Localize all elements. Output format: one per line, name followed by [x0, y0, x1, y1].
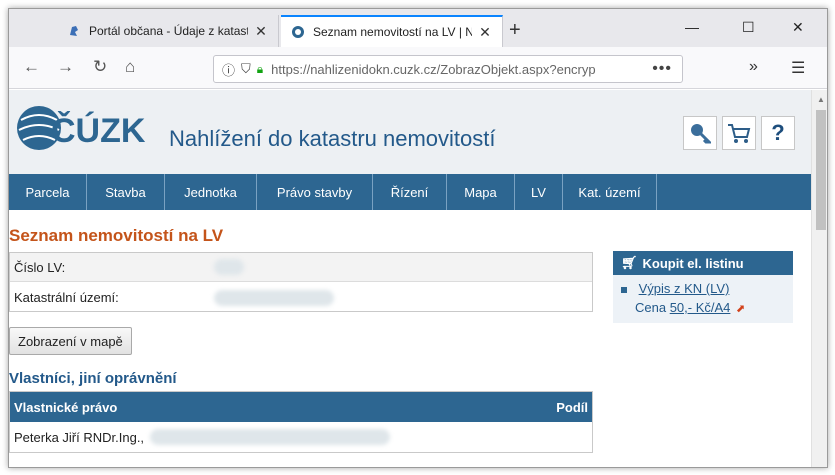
site-header: ČÚZK Nahlížení do katastru nemovitostí ? — [9, 90, 811, 174]
back-button[interactable]: ← — [23, 57, 40, 77]
owner-name: Peterka Jiří RNDr.Ing., — [14, 429, 145, 445]
table-row: Peterka Jiří RNDr.Ing., — [10, 422, 592, 452]
redacted-value — [150, 429, 390, 445]
redacted-value — [214, 289, 334, 306]
nav-rizeni[interactable]: Řízení — [373, 174, 447, 210]
info-icon[interactable]: ⓘ — [222, 60, 235, 79]
price-link[interactable]: 50,- Kč/A4 — [670, 300, 731, 315]
column-share: Podíl — [556, 399, 588, 415]
column-ownership-right: Vlastnické právo — [14, 399, 118, 415]
lv-number-label: Číslo LV: — [14, 259, 66, 275]
new-tab-button[interactable]: + — [509, 19, 521, 42]
cadastral-area-row: Katastrální území: — [10, 283, 592, 312]
page-title: Seznam nemovitostí na LV — [9, 226, 224, 245]
main-nav: Parcela Stavba Jednotka Právo stavby Říz… — [9, 174, 811, 210]
close-tab-icon[interactable]: ✕ — [254, 23, 268, 40]
shield-icon[interactable]: ⛉ — [241, 61, 251, 77]
extract-link[interactable]: Výpis z KN (LV) — [639, 281, 730, 296]
nav-mapa[interactable]: Mapa — [447, 174, 515, 210]
cadastral-area-label: Katastrální území: — [14, 290, 119, 305]
overflow-button[interactable]: » — [749, 58, 758, 76]
nav-stavba[interactable]: Stavba — [87, 174, 165, 210]
tab-title: Portál občana - Údaje z katastru — [89, 24, 248, 38]
lion-favicon-icon — [70, 26, 78, 36]
cuzk-favicon-icon — [292, 26, 304, 38]
shopping-cart-icon — [728, 124, 751, 143]
tab-title: Seznam nemovitostí na LV | Nah — [313, 25, 472, 39]
redacted-value — [214, 259, 244, 275]
owners-table: Vlastnické právo Podíl Peterka Jiří RNDr… — [9, 391, 593, 453]
lv-info-table: Číslo LV: Katastrální území: — [9, 252, 593, 312]
nav-lv[interactable]: LV — [515, 174, 563, 210]
scroll-up-icon[interactable]: ▲ — [817, 95, 825, 104]
cart-button[interactable] — [722, 116, 756, 150]
close-tab-icon[interactable]: ✕ — [478, 24, 492, 41]
price-line: Cena 50,- Kč/A4 ⬈ — [635, 300, 745, 315]
nav-kat-uzemi[interactable]: Kat. území — [563, 174, 657, 210]
forward-button[interactable]: → — [57, 57, 74, 77]
browser-window: Portál občana - Údaje z katastru ✕ Sezna… — [8, 8, 828, 468]
page-content: ČÚZK Nahlížení do katastru nemovitostí ? — [9, 90, 811, 467]
question-mark-icon: ? — [771, 120, 785, 145]
lv-number-row: Číslo LV: — [10, 253, 592, 282]
buy-panel-title: Koupit el. listinu — [642, 255, 744, 271]
close-window-button[interactable]: ✕ — [792, 19, 804, 36]
nav-jednotka[interactable]: Jednotka — [165, 174, 257, 210]
cuzk-logo[interactable]: ČÚZK — [15, 98, 165, 158]
bullet-icon — [621, 286, 627, 293]
tab-seznam-nemovitosti[interactable]: Seznam nemovitostí na LV | Nah ✕ — [281, 15, 503, 47]
menu-button[interactable]: ☰ — [791, 58, 805, 78]
owners-heading: Vlastníci, jiní oprávnění — [9, 370, 177, 387]
help-button[interactable]: ? — [761, 116, 795, 150]
nav-pravo-stavby[interactable]: Právo stavby — [257, 174, 373, 210]
scrollbar-thumb[interactable] — [816, 110, 826, 230]
home-button[interactable]: ⌂ — [125, 57, 135, 77]
page-actions-button[interactable]: ••• — [652, 60, 672, 78]
site-title: Nahlížení do katastru nemovitostí — [169, 126, 496, 151]
cart-icon: 🛒︎ — [621, 255, 638, 270]
navigation-toolbar: ← → ↻ ⌂ ⓘ ⛉ 🔒︎ https://nahlizenidokn.cuz… — [9, 47, 827, 89]
price-label: Cena — [635, 300, 667, 315]
url-text[interactable]: https://nahlizenidokn.cuzk.cz/ZobrazObje… — [271, 62, 631, 77]
buy-panel-header: 🛒︎ Koupit el. listinu — [613, 251, 793, 275]
show-in-map-button[interactable]: Zobrazení v mapě — [9, 327, 132, 355]
buy-document-panel: 🛒︎ Koupit el. listinu Výpis z KN (LV) Ce… — [613, 251, 793, 323]
buy-link-line: Výpis z KN (LV) — [621, 281, 729, 296]
tab-portal-obcana[interactable]: Portál občana - Údaje z katastru ✕ — [57, 15, 279, 47]
tab-strip: Portál občana - Údaje z katastru ✕ Sezna… — [9, 9, 827, 47]
minimize-button[interactable]: — — [685, 19, 699, 35]
reload-button[interactable]: ↻ — [93, 57, 107, 77]
nav-parcela[interactable]: Parcela — [9, 174, 87, 210]
external-link-icon: ⬈ — [736, 303, 746, 315]
vertical-scrollbar[interactable]: ▲ — [811, 90, 827, 467]
owners-table-header: Vlastnické právo Podíl — [10, 392, 592, 422]
key-icon — [691, 124, 711, 144]
search-key-button[interactable] — [683, 116, 717, 150]
lock-icon[interactable]: 🔒︎ — [257, 62, 263, 77]
svg-text:ČÚZK: ČÚZK — [51, 111, 146, 150]
maximize-button[interactable]: ☐ — [742, 19, 755, 36]
address-bar[interactable]: ⓘ ⛉ 🔒︎ https://nahlizenidokn.cuzk.cz/Zob… — [213, 55, 683, 83]
